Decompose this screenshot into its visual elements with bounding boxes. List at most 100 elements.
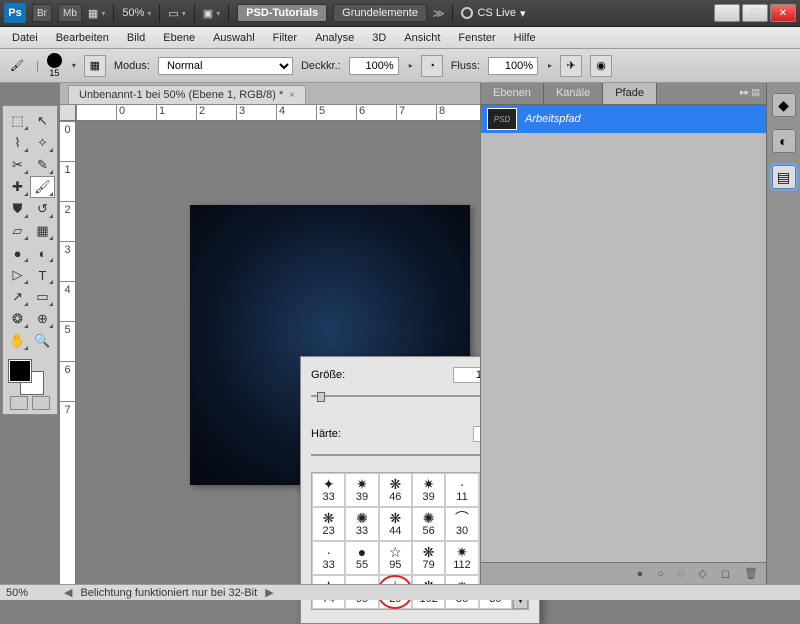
dodge-tool[interactable]: ◐ bbox=[30, 242, 55, 264]
horizontal-ruler: 012345678 bbox=[76, 105, 480, 121]
hand-tool[interactable]: ✋ bbox=[5, 330, 30, 352]
brush-preset-cell[interactable]: ⌒30 bbox=[445, 507, 478, 541]
menu-fenster[interactable]: Fenster bbox=[450, 29, 503, 47]
blur-tool[interactable]: ● bbox=[5, 242, 30, 264]
hardness-label: Härte: bbox=[311, 428, 361, 440]
selection-to-path-icon[interactable]: ◇ bbox=[698, 567, 706, 580]
delete-path-icon[interactable]: 🗑 bbox=[744, 567, 758, 580]
adjustments-panel-icon[interactable]: ◐ bbox=[772, 129, 796, 153]
brush-preset-cell[interactable]: ❋46 bbox=[379, 473, 412, 507]
pen-tool[interactable]: ▷ bbox=[5, 264, 30, 286]
brush-preset-cell[interactable]: ✷39 bbox=[412, 473, 445, 507]
menu-bild[interactable]: Bild bbox=[119, 29, 153, 47]
psd-tutorials-link[interactable]: PSD-Tutorials bbox=[237, 4, 327, 22]
menu-ebene[interactable]: Ebene bbox=[155, 29, 203, 47]
tab-ebenen[interactable]: Ebenen bbox=[481, 83, 544, 104]
airbrush-icon[interactable]: ✈ bbox=[560, 55, 582, 77]
quickmask-toggle[interactable] bbox=[10, 396, 28, 410]
tool-palette: ⬚↖ ⌇✧ ✂✎ ✚🖌 ⛊↺ ▱▦ ●◐ ▷T ↗▭ ❂⊕ ✋🔍 bbox=[2, 105, 58, 415]
menu-3d[interactable]: 3D bbox=[364, 29, 394, 47]
path-select-tool[interactable]: ↗ bbox=[5, 286, 30, 308]
brush-preset-picker[interactable]: 15 bbox=[47, 53, 62, 78]
gradient-tool[interactable]: ▦ bbox=[30, 220, 55, 242]
minimize-button[interactable]: — bbox=[714, 4, 740, 22]
pressure-size-icon[interactable]: ◉ bbox=[590, 55, 612, 77]
shape-tool[interactable]: ▭ bbox=[30, 286, 55, 308]
new-path-icon[interactable]: ◻ bbox=[721, 567, 730, 580]
3d-camera-tool[interactable]: ⊕ bbox=[30, 308, 55, 330]
collapsed-panel-strip: ◆ ◐ ▤ bbox=[766, 83, 800, 584]
brush-tool[interactable]: 🖌 bbox=[30, 176, 55, 198]
layers-panel-icon[interactable]: ▤ bbox=[772, 165, 796, 189]
brush-preset-cell[interactable]: ✷112 bbox=[445, 541, 478, 575]
brush-preset-cell[interactable]: ✦33 bbox=[312, 473, 345, 507]
opacity-field[interactable]: 100% bbox=[349, 57, 399, 75]
panel-tabs: Ebenen Kanäle Pfade ▸▸ ▤ bbox=[481, 83, 766, 105]
crop-tool[interactable]: ✂ bbox=[5, 154, 30, 176]
status-prev-icon[interactable]: ◀ bbox=[64, 586, 72, 599]
path-thumbnail: PSD bbox=[487, 108, 517, 130]
heal-tool[interactable]: ✚ bbox=[5, 176, 30, 198]
brush-preset-cell[interactable]: ❋44 bbox=[379, 507, 412, 541]
swatches-panel-icon[interactable]: ◆ bbox=[772, 93, 796, 117]
zoom-tool[interactable]: 🔍 bbox=[30, 330, 55, 352]
path-row-arbeitspfad[interactable]: PSD Arbeitspfad bbox=[481, 105, 766, 133]
menu-bearbeiten[interactable]: Bearbeiten bbox=[48, 29, 117, 47]
cs-live-button[interactable]: CS Live ▾ bbox=[461, 7, 525, 20]
3d-tool[interactable]: ❂ bbox=[5, 308, 30, 330]
flow-field[interactable]: 100% bbox=[488, 57, 538, 75]
brush-preset-cell[interactable]: ✷39 bbox=[345, 473, 378, 507]
menu-datei[interactable]: Datei bbox=[4, 29, 46, 47]
tab-kanaele[interactable]: Kanäle bbox=[544, 83, 603, 104]
minibridge-button[interactable]: Mb bbox=[58, 4, 82, 22]
color-swatches[interactable] bbox=[5, 358, 55, 392]
screenmode-toggle[interactable] bbox=[32, 396, 50, 410]
brush-preset-cell[interactable]: ·11 bbox=[445, 473, 478, 507]
status-zoom[interactable]: 50% bbox=[6, 587, 56, 599]
eraser-tool[interactable]: ▱ bbox=[5, 220, 30, 242]
brush-preset-cell[interactable]: ✺56 bbox=[412, 507, 445, 541]
zoom-dropdown[interactable]: 50% bbox=[122, 7, 151, 19]
document-tab[interactable]: Unbenannt-1 bei 50% (Ebene 1, RGB/8) *× bbox=[68, 85, 306, 104]
grundelemente-link[interactable]: Grundelemente bbox=[333, 4, 427, 22]
layout-dropdown[interactable]: ▦ bbox=[88, 7, 105, 20]
brush-preset-cell[interactable]: ·33 bbox=[312, 541, 345, 575]
menu-analyse[interactable]: Analyse bbox=[307, 29, 362, 47]
arrange-dropdown[interactable]: ▭ bbox=[168, 7, 185, 20]
menu-filter[interactable]: Filter bbox=[265, 29, 305, 47]
pressure-opacity-icon[interactable]: ◔ bbox=[421, 55, 443, 77]
fill-path-icon[interactable]: ● bbox=[637, 568, 644, 580]
chevron-right-icon[interactable]: ≫ bbox=[433, 7, 445, 20]
brush-preset-cell[interactable]: ☆95 bbox=[379, 541, 412, 575]
tab-pfade[interactable]: Pfade bbox=[603, 83, 657, 104]
paths-panel-footer: ● ○ ◌ ◇ ◻ 🗑 bbox=[481, 562, 766, 584]
bridge-button[interactable]: Br bbox=[32, 4, 52, 22]
mode-select[interactable]: Normal bbox=[158, 57, 293, 75]
status-next-icon[interactable]: ▶ bbox=[265, 586, 273, 599]
menu-ansicht[interactable]: Ansicht bbox=[396, 29, 448, 47]
close-button[interactable]: ✕ bbox=[770, 4, 796, 22]
move-tool[interactable]: ⬚ bbox=[5, 110, 30, 132]
brush-panel-toggle[interactable]: ▦ bbox=[84, 55, 106, 77]
brush-preset-cell[interactable]: ❋23 bbox=[312, 507, 345, 541]
menu-hilfe[interactable]: Hilfe bbox=[506, 29, 544, 47]
brush-preset-cell[interactable]: ✺33 bbox=[345, 507, 378, 541]
wand-tool[interactable]: ✧ bbox=[30, 132, 55, 154]
screenmode-dropdown[interactable]: ▣ bbox=[203, 7, 220, 20]
stroke-path-icon[interactable]: ○ bbox=[657, 568, 664, 580]
path-to-selection-icon[interactable]: ◌ bbox=[678, 568, 685, 580]
eyedropper-tool[interactable]: ✎ bbox=[30, 154, 55, 176]
brush-preset-cell[interactable]: ❋79 bbox=[412, 541, 445, 575]
marquee-tool[interactable]: ↖ bbox=[30, 110, 55, 132]
ruler-origin[interactable] bbox=[60, 105, 76, 121]
maximize-button[interactable]: ☐ bbox=[742, 4, 768, 22]
menu-bar: Datei Bearbeiten Bild Ebene Auswahl Filt… bbox=[0, 27, 800, 49]
close-tab-icon[interactable]: × bbox=[289, 90, 295, 101]
stamp-tool[interactable]: ⛊ bbox=[5, 198, 30, 220]
lasso-tool[interactable]: ⌇ bbox=[5, 132, 30, 154]
history-brush-tool[interactable]: ↺ bbox=[30, 198, 55, 220]
brush-preset-cell[interactable]: ●55 bbox=[345, 541, 378, 575]
panel-menu-icon[interactable]: ▸▸ ▤ bbox=[734, 83, 766, 104]
menu-auswahl[interactable]: Auswahl bbox=[205, 29, 263, 47]
type-tool[interactable]: T bbox=[30, 264, 55, 286]
